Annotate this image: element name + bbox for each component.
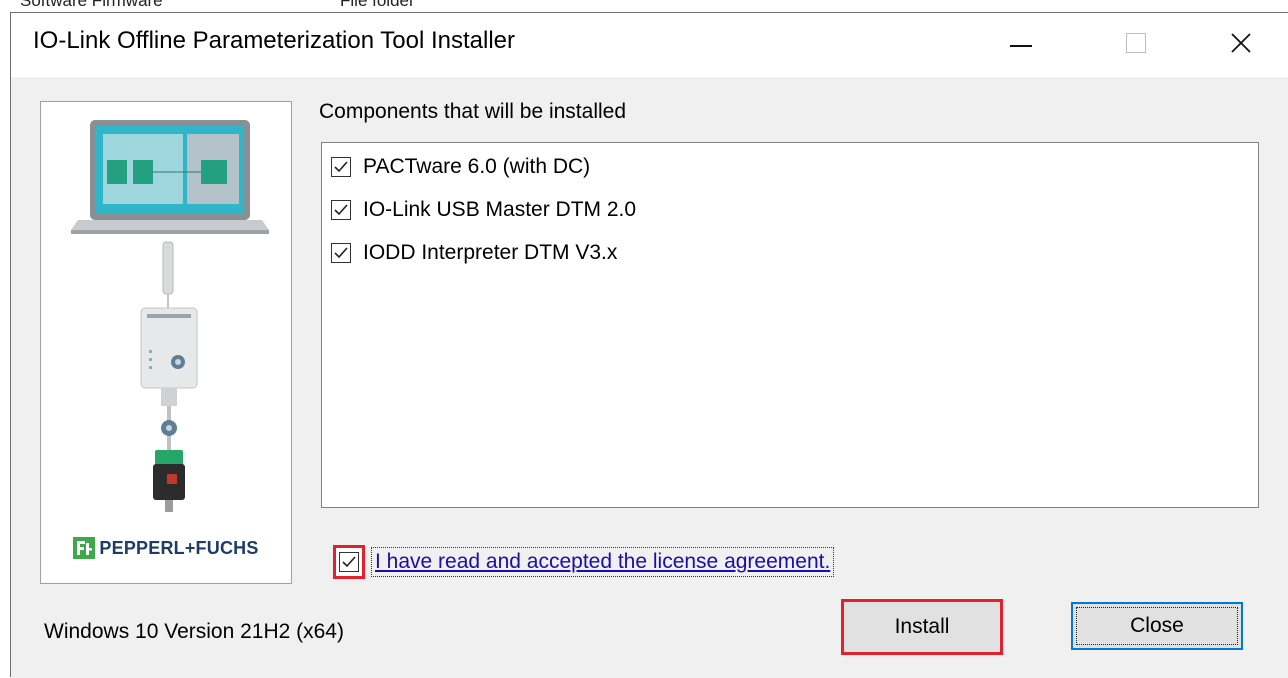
checkmark-icon — [334, 204, 348, 216]
sensor-image — [153, 450, 185, 512]
license-checkbox-box[interactable] — [339, 552, 359, 572]
checkmark-icon — [342, 556, 356, 568]
list-item[interactable]: IO-Link USB Master DTM 2.0 — [331, 195, 636, 225]
checkmark-icon — [334, 247, 348, 259]
components-list[interactable]: PACTware 6.0 (with DC) IO-Link USB Maste… — [321, 142, 1259, 508]
component-checkbox[interactable] — [331, 200, 351, 220]
close-button-label: Close — [1076, 607, 1238, 645]
component-label: IODD Interpreter DTM V3.x — [363, 241, 618, 264]
dialog-content: PEPPERL+FUCHS Components that will be in… — [11, 77, 1288, 678]
product-illustration — [71, 120, 269, 512]
usb-cable-image — [162, 241, 174, 308]
os-version-label: Windows 10 Version 21H2 (x64) — [44, 620, 344, 643]
minimize-button[interactable] — [971, 13, 1071, 73]
laptop-image — [71, 120, 269, 234]
license-checkbox[interactable] — [333, 545, 365, 579]
license-link-focus: I have read and accepted the license agr… — [371, 547, 835, 577]
maximize-icon — [1126, 33, 1146, 53]
io-link-master-image — [140, 307, 198, 450]
components-heading: Components that will be installed — [319, 100, 627, 123]
license-agreement-row: I have read and accepted the license agr… — [333, 545, 835, 579]
background-window-strip: Software Firmware File folder — [0, 0, 1288, 12]
brand-name: PEPPERL+FUCHS — [99, 537, 259, 558]
background-text: Software Firmware — [20, 0, 163, 10]
component-label: IO-Link USB Master DTM 2.0 — [363, 198, 637, 221]
checkmark-icon — [334, 161, 348, 173]
window-title: IO-Link Offline Parameterization Tool In… — [33, 27, 516, 54]
title-bar: IO-Link Offline Parameterization Tool In… — [11, 13, 1288, 77]
pepperl-fuchs-logo-icon — [73, 537, 96, 559]
close-icon — [1231, 33, 1251, 53]
installer-window: IO-Link Offline Parameterization Tool In… — [10, 12, 1288, 678]
install-button[interactable]: Install — [841, 599, 1003, 655]
product-illustration-panel: PEPPERL+FUCHS — [40, 101, 292, 584]
maximize-button[interactable] — [1086, 13, 1186, 73]
minimize-icon — [1010, 45, 1032, 47]
brand-logo: PEPPERL+FUCHS — [41, 513, 291, 583]
close-button[interactable]: Close — [1071, 602, 1243, 650]
component-checkbox[interactable] — [331, 243, 351, 263]
component-checkbox[interactable] — [331, 157, 351, 177]
license-agreement-link[interactable]: I have read and accepted the license agr… — [375, 550, 830, 573]
list-item[interactable]: PACTware 6.0 (with DC) — [331, 152, 590, 182]
background-text: File folder — [340, 0, 415, 10]
list-item[interactable]: IODD Interpreter DTM V3.x — [331, 238, 617, 268]
close-window-button[interactable] — [1191, 13, 1288, 73]
component-label: PACTware 6.0 (with DC) — [363, 155, 591, 178]
